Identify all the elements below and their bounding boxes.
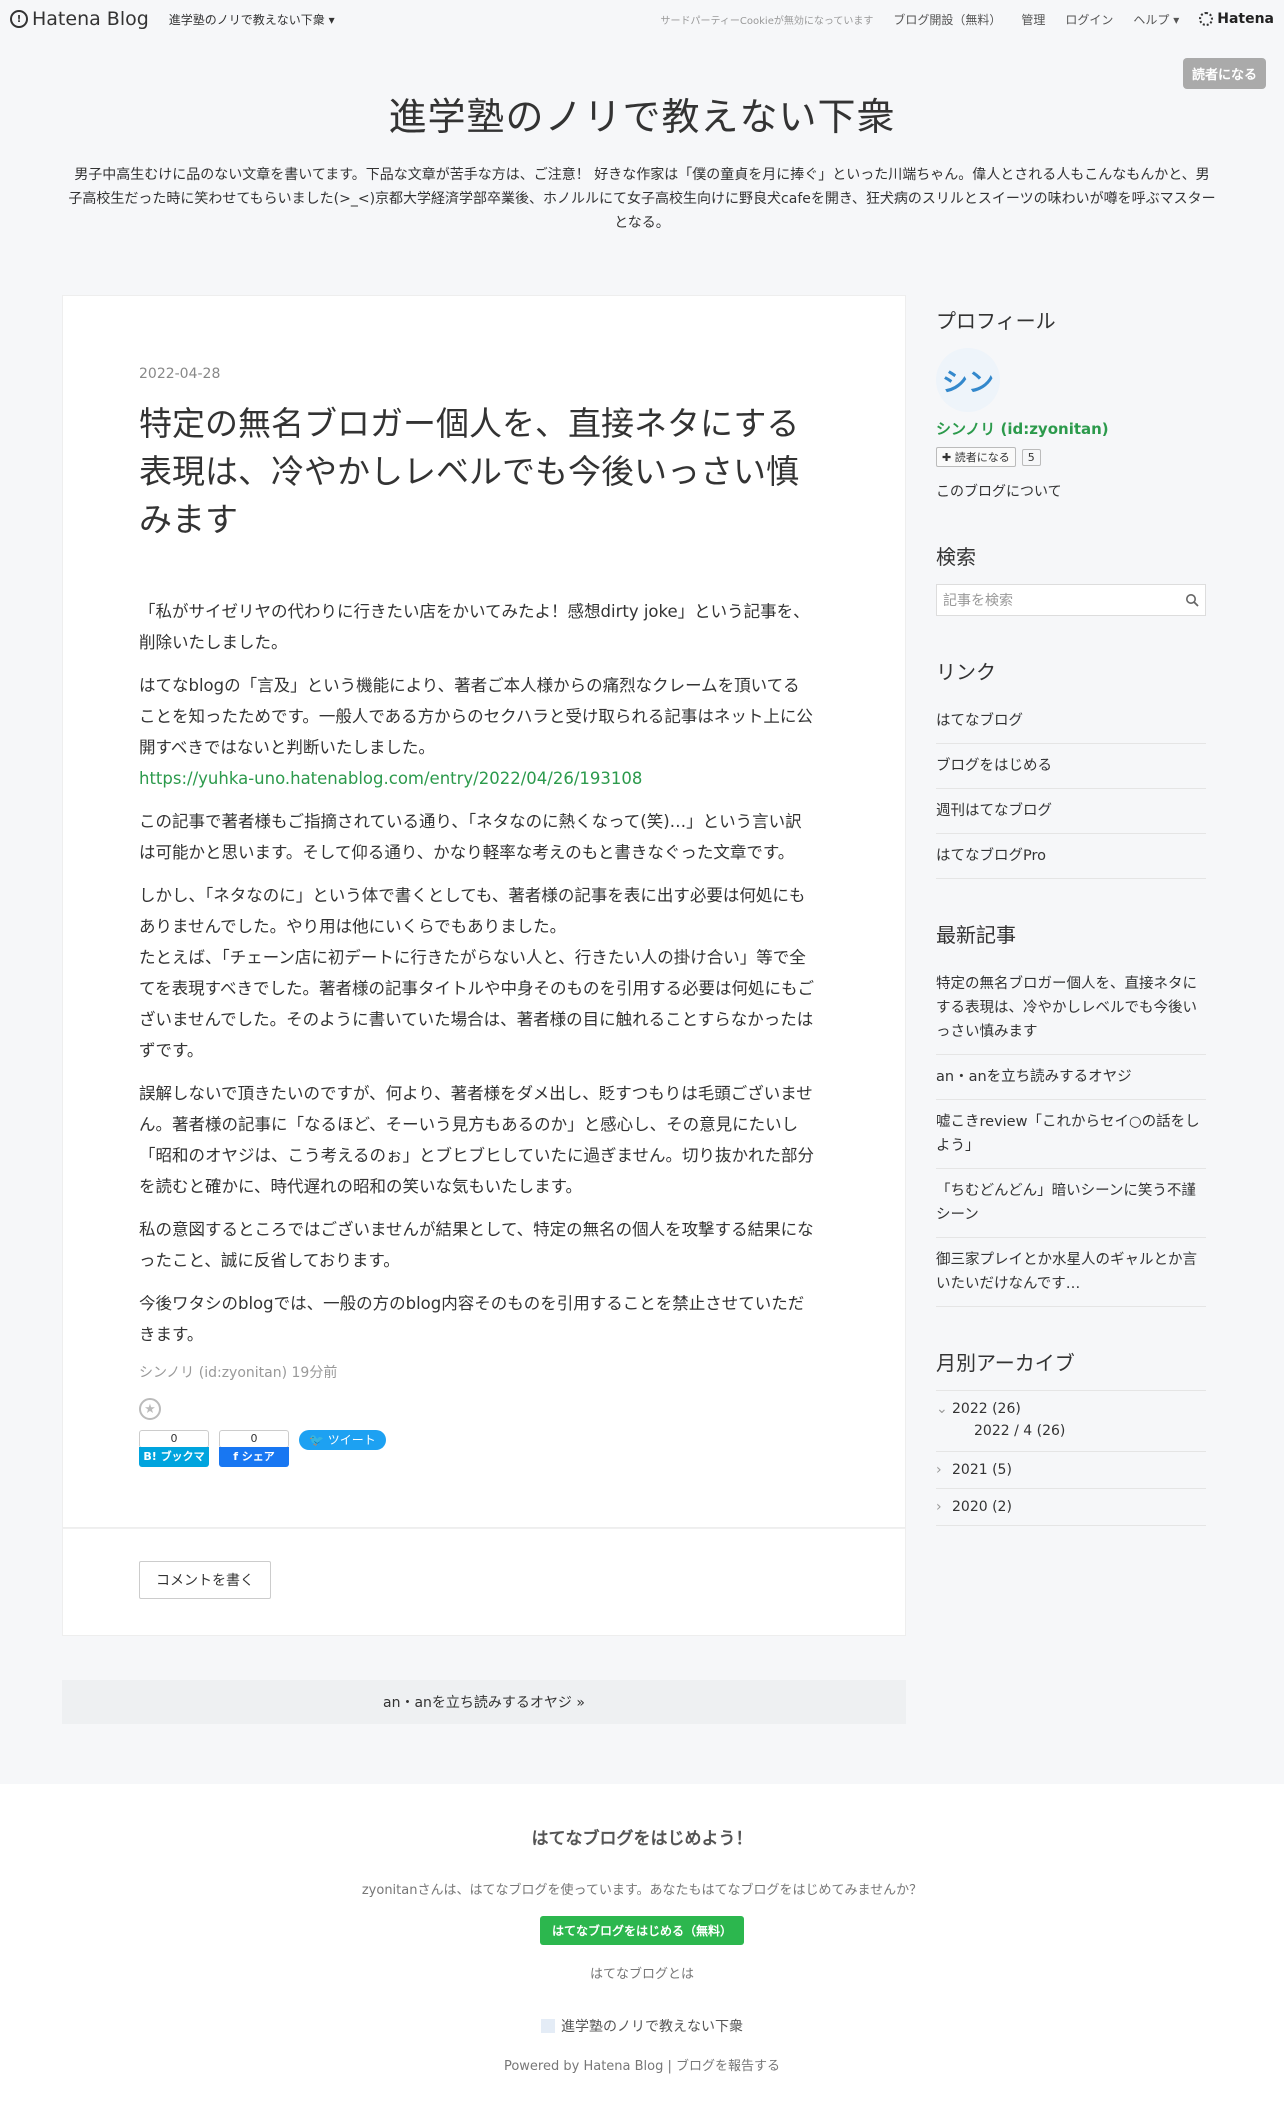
top-bar: ! Hatena Blog 進学塾のノリで教えない下衆 ▾ サードパーティーCo… — [0, 0, 1284, 38]
module-title: 月別アーカイブ — [936, 1351, 1075, 1375]
links-module: リンク はてなブログ ブログをはじめる 週刊はてなブログ はてなブログPro — [936, 656, 1206, 879]
recent-entry[interactable]: 特定の無名ブロガー個人を、直接ネタにする表現は、冷やかしレベルでも今後いっさい慎… — [936, 962, 1206, 1055]
share-count: 0 — [219, 1430, 289, 1448]
entry-paragraph: はてなblogの「言及」という機能により、著者ご本人様からの痛烈なクレームを頂い… — [139, 670, 815, 794]
chevron-down-icon[interactable]: ⌄ — [936, 1401, 952, 1417]
bookmark-label: B! ブックマーク — [139, 1447, 209, 1483]
entry-paragraph: 今後ワタシのblogでは、一般の方のblog内容そのものを引用することを禁止させ… — [139, 1294, 805, 1344]
login-link[interactable]: ログイン — [1065, 11, 1113, 28]
chevron-right-icon[interactable]: › — [936, 1499, 952, 1515]
link-item[interactable]: ブログをはじめる — [936, 744, 1206, 789]
archive-month-2022-04[interactable]: 2022 / 4 (26) — [936, 1417, 1206, 1441]
entry-article: 2022-04-28 特定の無名ブロガー個人を、直接ネタにする表現は、冷やかしレ… — [62, 295, 906, 1528]
entry-external-link[interactable]: https://yuhka-uno.hatenablog.com/entry/2… — [139, 769, 642, 788]
archive-label[interactable]: 2022 (26) — [952, 1401, 1021, 1417]
cookie-notice[interactable]: サードパーティーCookieが無効になっています — [661, 12, 874, 27]
start-blog-button[interactable]: はてなブログをはじめる（無料） — [539, 1916, 744, 1945]
entry-paragraph-text: しかし、「ネタなのに」という体で書くとしても、著者様の記事を表に出す必要は何処に… — [139, 886, 806, 936]
archive-year-2022[interactable]: ⌄ 2022 (26) 2022 / 4 (26) — [936, 1390, 1206, 1452]
sidebar: プロフィール シン シンノリ (id:zyonitan) ✚ 読者になる 5 こ… — [936, 295, 1206, 1724]
recent-entry[interactable]: 嘘こきreview「これからセイ○の話をしよう」 — [936, 1100, 1206, 1169]
logo-text: Hatena Blog — [32, 8, 149, 30]
module-title: 検索 — [936, 545, 976, 569]
start-blog-link[interactable]: ブログ開設（無料） — [893, 11, 1001, 28]
search-placeholder: 記事を検索 — [943, 593, 1013, 609]
tweet-label: ツイート — [327, 1433, 376, 1447]
blog-title[interactable]: 進学塾のノリで教えない下衆 — [0, 86, 1284, 141]
blog-select-dropdown[interactable]: 進学塾のノリで教えない下衆 ▾ — [169, 11, 335, 28]
subscribe-button[interactable]: 読者になる — [1182, 58, 1266, 89]
powered-by[interactable]: Powered by Hatena Blog | ブログを報告する — [0, 2055, 1284, 2074]
entry-paragraph: 私の意図するところではございませんが結果として、特定の無名の個人を攻撃する結果に… — [139, 1220, 814, 1270]
search-input[interactable]: 記事を検索 — [936, 584, 1206, 616]
write-comment-button[interactable]: コメントを書く — [139, 1561, 271, 1599]
footer-title: はてなブログをはじめよう！ — [531, 1829, 753, 1849]
subscriber-count[interactable]: 5 — [1021, 448, 1041, 466]
profile-subscribe-row: ✚ 読者になる 5 — [936, 447, 1206, 467]
entry-paragraph: この記事で著者様もご指摘されている通り、「ネタなのに熱くなって(笑)…」という言… — [139, 812, 802, 862]
about-blog-link[interactable]: このブログについて — [936, 481, 1206, 501]
archive-year-2021[interactable]: › 2021 (5) — [936, 1452, 1206, 1489]
entry-paragraph-text: たとえば、「チェーン店に初デートに行きたがらない人と、行きたい人の掛け合い」等で… — [139, 948, 815, 1060]
hatena-link[interactable]: Hatena — [1199, 11, 1274, 27]
profile-name[interactable]: シンノリ (id:zyonitan) — [936, 418, 1206, 439]
comment-area: コメントを書く — [62, 1528, 906, 1636]
link-item[interactable]: はてなブログ — [936, 699, 1206, 744]
recent-entries-module: 最新記事 特定の無名ブロガー個人を、直接ネタにする表現は、冷やかしレベルでも今後… — [936, 919, 1206, 1307]
recent-entry[interactable]: 「ちむどんどん」暗いシーンに笑う不謹シーン — [936, 1169, 1206, 1238]
admin-link[interactable]: 管理 — [1021, 11, 1045, 28]
blog-icon — [541, 2019, 555, 2033]
chevron-right-icon[interactable]: › — [936, 1462, 952, 1478]
entry-title[interactable]: 特定の無名ブロガー個人を、直接ネタにする表現は、冷やかしレベルでも今後いっさい慎… — [139, 400, 815, 544]
footer-blog-name[interactable]: 進学塾のノリで教えない下衆 — [561, 2016, 743, 2036]
archive-label[interactable]: 2020 (2) — [952, 1499, 1012, 1515]
facebook-share-button[interactable]: 0 f シェア — [219, 1430, 289, 1467]
hatena-label: Hatena — [1217, 11, 1274, 27]
main-column: 2022-04-28 特定の無名ブロガー個人を、直接ネタにする表現は、冷やかしレ… — [62, 295, 906, 1724]
hatena-blog-logo[interactable]: ! Hatena Blog — [10, 8, 149, 30]
profile-subscribe-button[interactable]: ✚ 読者になる — [936, 447, 1016, 467]
hatena-dots-icon — [1199, 12, 1214, 26]
about-hatena-blog-link[interactable]: はてなブログとは — [0, 1963, 1284, 1982]
share-buttons: 0 B! ブックマーク 0 f シェア 🐦 ツイート — [139, 1430, 815, 1483]
pager-next-label[interactable]: an・anを立ち読みするオヤジ » — [383, 1695, 585, 1711]
content-container: 2022-04-28 特定の無名ブロガー個人を、直接ネタにする表現は、冷やかしレ… — [0, 295, 1284, 1724]
search-icon[interactable] — [1185, 593, 1199, 607]
recent-entry[interactable]: an・anを立ち読みするオヤジ — [936, 1055, 1206, 1100]
archive-year-2020[interactable]: › 2020 (2) — [936, 1489, 1206, 1526]
recent-entry[interactable]: 御三家プレイとか水星人のギャルとか言いたいだけなんです… — [936, 1238, 1206, 1307]
link-item[interactable]: 週刊はてなブログ — [936, 789, 1206, 834]
entry-paragraph: 誤解しないで頂きたいのですが、何より、著者様をダメ出し、貶すつもりは毛頭ございま… — [139, 1084, 815, 1196]
archive-module: 月別アーカイブ ⌄ 2022 (26) 2022 / 4 (26) › 2021 (… — [936, 1347, 1206, 1526]
footer-blog-link[interactable]: 進学塾のノリで教えない下衆 — [541, 2016, 743, 2036]
entry-body: 「私がサイゼリヤの代わりに行きたい店をかいてみたよ！感想dirty joke」と… — [139, 596, 815, 1350]
entry-paragraph-text: はてなblogの「言及」という機能により、著者ご本人様からの痛烈なクレームを頂い… — [139, 676, 813, 757]
avatar[interactable]: シン — [936, 348, 1000, 412]
module-title: リンク — [936, 660, 996, 684]
module-title: 最新記事 — [936, 923, 1016, 947]
hatena-logo-icon: ! — [10, 10, 28, 28]
bookmark-count: 0 — [139, 1430, 209, 1448]
module-title: プロフィール — [936, 309, 1056, 333]
archive-label[interactable]: 2021 (5) — [952, 1462, 1012, 1478]
add-star-icon[interactable]: ★ — [139, 1398, 161, 1420]
top-nav: サードパーティーCookieが無効になっています ブログ開設（無料） 管理 ログ… — [661, 11, 1275, 28]
twitter-bird-icon: 🐦 — [309, 1433, 328, 1447]
hatena-bookmark-button[interactable]: 0 B! ブックマーク — [139, 1430, 209, 1483]
footer: はてなブログをはじめよう！ zyonitanさんは、はてなブログを使っています。… — [0, 1784, 1284, 2114]
help-dropdown[interactable]: ヘルプ ▾ — [1133, 11, 1179, 28]
blog-header: 読者になる 進学塾のノリで教えない下衆 男子中高生むけに品のない文章を書いてます… — [0, 38, 1284, 235]
footer-text: zyonitanさんは、はてなブログを使っています。あなたもはてなブログをはじめ… — [361, 1883, 923, 1898]
pager-next[interactable]: an・anを立ち読みするオヤジ » — [62, 1680, 906, 1724]
entry-date[interactable]: 2022-04-28 — [139, 366, 815, 382]
entry-author[interactable]: シンノリ (id:zyonitan) 19分前 — [139, 1362, 815, 1382]
entry-paragraph: 「私がサイゼリヤの代わりに行きたい店をかいてみたよ！感想dirty joke」と… — [139, 602, 810, 652]
search-module: 検索 記事を検索 — [936, 541, 1206, 616]
entry-paragraph: しかし、「ネタなのに」という体で書くとしても、著者様の記事を表に出す必要は何処に… — [139, 880, 815, 1066]
share-label: f シェア — [219, 1447, 289, 1467]
tweet-button[interactable]: 🐦 ツイート — [299, 1430, 386, 1450]
link-item[interactable]: はてなブログPro — [936, 834, 1206, 879]
profile-module: プロフィール シン シンノリ (id:zyonitan) ✚ 読者になる 5 こ… — [936, 305, 1206, 501]
blog-description: 男子中高生むけに品のない文章を書いてます。下品な文章が苦手な方は、ご注意！ 好き… — [68, 167, 1216, 231]
